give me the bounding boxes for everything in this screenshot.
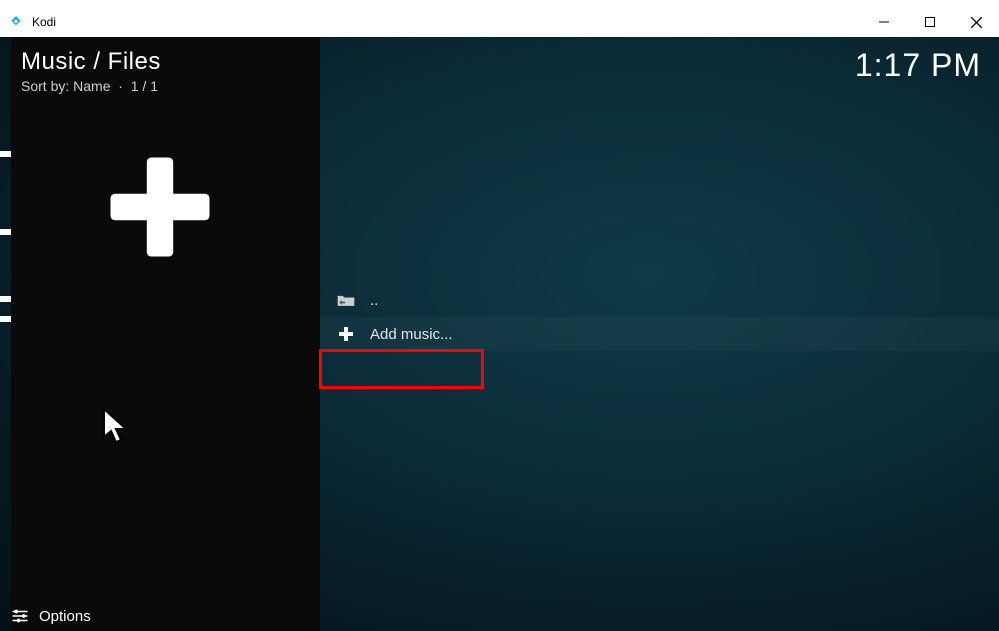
footer-options[interactable]: Options (11, 607, 91, 625)
clock: 1:17 PM (855, 47, 981, 84)
window-controls (861, 7, 999, 37)
parent-dir-row[interactable]: .. (320, 283, 999, 317)
window-titlebar: Kodi (0, 7, 999, 37)
page-header: Music / Files Sort by: Name · 1 / 1 (21, 48, 161, 94)
sort-value: Name (73, 78, 110, 94)
close-button[interactable] (953, 7, 999, 37)
footer-options-label: Options (39, 608, 91, 625)
folder-back-icon (332, 292, 360, 308)
window-title: Kodi (32, 15, 56, 29)
kodi-logo-icon (8, 14, 24, 30)
edge-artifact (0, 151, 11, 157)
mouse-cursor (102, 407, 132, 452)
add-source-thumbnail[interactable] (60, 147, 260, 267)
edge-artifact (0, 316, 11, 322)
edge-artifact (0, 296, 11, 302)
item-count: 1 / 1 (131, 78, 158, 94)
minimize-button[interactable] (861, 7, 907, 37)
content-panel: .. Add music... (320, 37, 999, 631)
sort-label: Sort by: (21, 78, 69, 94)
parent-dir-label: .. (370, 292, 378, 309)
plus-icon (332, 326, 360, 342)
app-body: Music / Files Sort by: Name · 1 / 1 1:17… (0, 37, 999, 631)
sidebar-panel (11, 37, 320, 631)
edge-artifact (0, 229, 11, 235)
breadcrumb[interactable]: Music / Files (21, 48, 161, 76)
add-music-row[interactable]: Add music... (320, 317, 999, 351)
sort-line[interactable]: Sort by: Name · 1 / 1 (21, 78, 161, 94)
file-list: .. Add music... (320, 283, 999, 351)
maximize-button[interactable] (907, 7, 953, 37)
plus-icon (105, 152, 215, 262)
add-music-label: Add music... (370, 326, 453, 343)
top-edge-fragment (0, 0, 999, 7)
slider-icon (11, 607, 29, 625)
